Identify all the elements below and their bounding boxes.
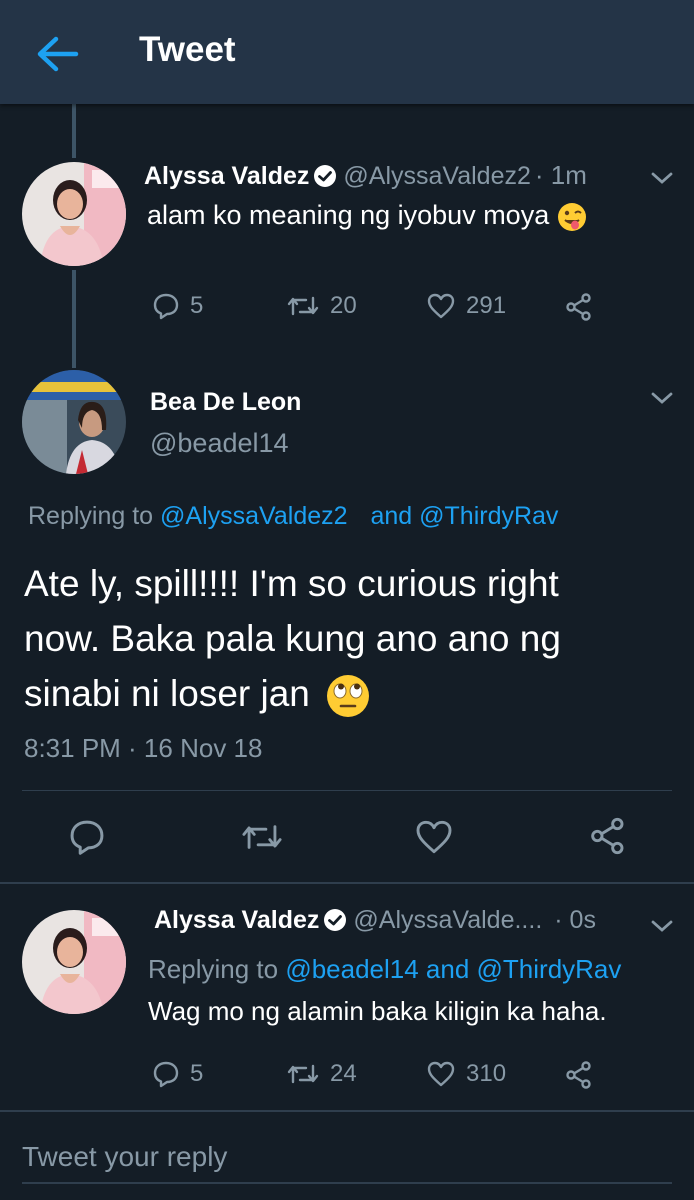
tweet-text: Wag mo ng alamin baka kiligin ka haha. xyxy=(148,996,607,1026)
replying-to: Replying to @beadel14 and @ThirdyRav xyxy=(148,954,622,984)
like-button[interactable] xyxy=(414,818,464,856)
top-app-bar: Tweet xyxy=(0,0,694,104)
avatar[interactable] xyxy=(22,910,126,1014)
share-button[interactable] xyxy=(588,815,638,857)
reply-button[interactable]: 5 xyxy=(152,292,203,320)
share-button[interactable] xyxy=(564,1060,604,1090)
winking-face-with-tongue-icon xyxy=(557,202,586,231)
main-tweet-text: Ate ly, spill!!!! I'm so curious right n… xyxy=(24,556,561,721)
display-name[interactable]: Bea De Leon xyxy=(150,388,301,417)
avatar[interactable] xyxy=(22,370,126,474)
heart-icon xyxy=(427,1061,455,1087)
share-icon xyxy=(566,293,591,321)
reply-input[interactable] xyxy=(22,1132,672,1184)
thread-line xyxy=(72,270,76,368)
heart-icon xyxy=(416,820,452,854)
retweet-button[interactable]: 20 xyxy=(286,292,357,320)
reply-icon xyxy=(70,820,104,855)
user-handle[interactable]: @beadel14 xyxy=(150,428,289,459)
retweet-icon xyxy=(287,296,319,316)
tweet-timestamp: 8:31 PM · 16 Nov 18 xyxy=(24,733,263,763)
like-button[interactable]: 310 xyxy=(426,1060,506,1088)
page-title: Tweet xyxy=(139,30,236,69)
tweet-text: alam ko meaning ng iyobuv moya xyxy=(147,200,587,232)
tweet-time: · 1m xyxy=(534,160,587,190)
retweet-icon xyxy=(242,825,282,849)
retweet-button[interactable] xyxy=(240,818,294,856)
verified-badge-icon xyxy=(324,909,347,931)
display-name[interactable]: Alyssa Valdez xyxy=(154,906,319,934)
like-button[interactable]: 291 xyxy=(426,292,506,320)
divider xyxy=(0,882,694,884)
user-handle[interactable]: @AlyssaValdez2 xyxy=(343,162,531,190)
mention-link[interactable]: @AlyssaValdez2 xyxy=(160,502,348,530)
tweet1-header: Alyssa Valdez @AlyssaValdez2 · 1m xyxy=(144,160,587,191)
reply-icon xyxy=(153,293,179,320)
tweet3-header: Alyssa Valdez @AlyssaValde.... · 0s xyxy=(154,906,596,935)
chevron-down-icon[interactable] xyxy=(650,918,674,934)
share-button[interactable] xyxy=(564,292,604,322)
avatar[interactable] xyxy=(22,162,126,266)
face-with-rolling-eyes-icon xyxy=(327,675,370,718)
reply-icon xyxy=(153,1061,179,1088)
retweet-button[interactable]: 24 xyxy=(286,1060,357,1088)
reply-button[interactable] xyxy=(68,818,116,856)
chevron-down-icon[interactable] xyxy=(650,170,674,186)
display-name[interactable]: Alyssa Valdez xyxy=(144,162,309,190)
chevron-down-icon[interactable] xyxy=(650,390,674,406)
user-handle[interactable]: @AlyssaValde.... xyxy=(353,906,542,934)
verified-badge-icon xyxy=(314,165,337,187)
thread-line xyxy=(72,104,76,158)
heart-icon xyxy=(427,293,455,319)
tweet-time: · 0s xyxy=(554,906,596,934)
back-button[interactable] xyxy=(34,34,80,74)
mention-link[interactable]: @beadel14 and @ThirdyRav xyxy=(285,954,621,984)
retweet-icon xyxy=(287,1064,319,1084)
arrow-left-icon xyxy=(37,36,79,72)
divider xyxy=(22,790,672,791)
mention-link[interactable]: and @ThirdyRav xyxy=(370,502,558,530)
replying-to: Replying to @AlyssaValdez2 and @ThirdyRa… xyxy=(28,502,559,530)
reply-button[interactable]: 5 xyxy=(152,1060,203,1088)
share-icon xyxy=(591,817,624,855)
share-icon xyxy=(566,1061,591,1089)
